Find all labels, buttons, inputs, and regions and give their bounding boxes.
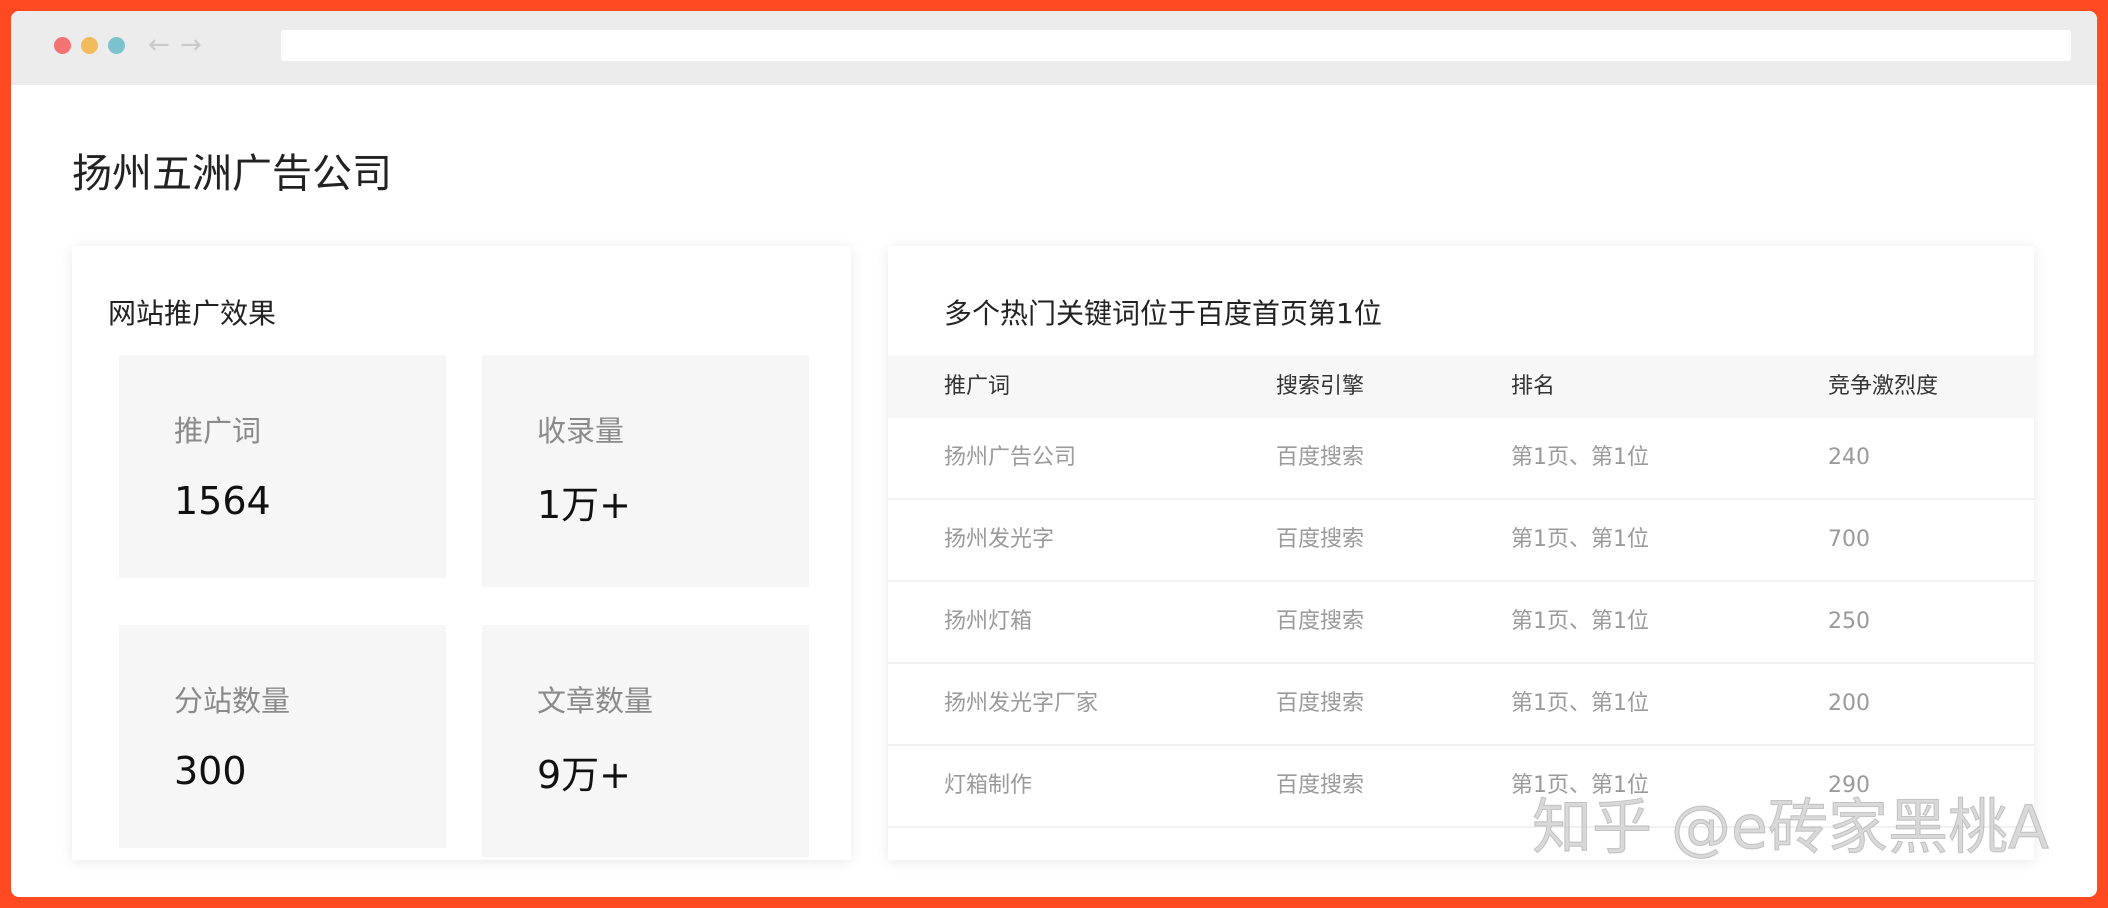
browser-titlebar: ← → [11,11,2097,85]
promo-effect-title: 网站推广效果 [108,297,277,330]
table-row: 扬州灯箱 百度搜索 第1页、第1位 250 [888,582,2034,664]
stat-value: 9万+ [537,753,632,797]
stat-value: 1万+ [537,483,632,527]
cell-rank: 第1页、第1位 [1511,527,1649,552]
stat-label: 文章数量 [537,684,654,718]
cell-keyword: 扬州发光字厂家 [944,691,1099,716]
cell-engine: 百度搜索 [1276,527,1365,552]
stat-label: 推广词 [174,414,262,448]
cell-competition: 250 [1828,609,1870,634]
keyword-ranking-title: 多个热门关键词位于百度首页第1位 [944,297,1382,330]
cell-engine: 百度搜索 [1276,691,1365,716]
table-header: 推广词 搜索引擎 排名 竞争激烈度 [888,355,2034,418]
cell-rank: 第1页、第1位 [1511,691,1649,716]
page-title: 扬州五洲广告公司 [72,151,392,197]
zhihu-watermark: 知乎 @e砖家黑桃A [1531,793,2049,864]
cell-competition: 240 [1828,445,1870,470]
stat-label: 收录量 [537,414,625,448]
cell-competition: 700 [1828,527,1870,552]
stat-label: 分站数量 [174,684,291,718]
keyword-ranking-card: 多个热门关键词位于百度首页第1位 推广词 搜索引擎 排名 竞争激烈度 扬州广告公… [888,246,2034,860]
close-window-dot-icon[interactable] [54,37,71,54]
cell-keyword: 扬州灯箱 [944,609,1033,634]
cell-keyword: 扬州发光字 [944,527,1055,552]
stat-indexed: 收录量 1万+ [482,355,809,587]
cell-rank: 第1页、第1位 [1511,445,1649,470]
address-bar[interactable] [281,30,2071,61]
stat-value: 300 [174,749,247,793]
maximize-window-dot-icon[interactable] [108,37,125,54]
cell-competition: 200 [1828,691,1870,716]
cell-keyword: 灯箱制作 [944,773,1033,798]
promo-effect-card: 网站推广效果 推广词 1564 收录量 1万+ 分站数量 300 文章数量 9万… [72,246,851,860]
column-header-rank: 排名 [1511,374,1556,399]
minimize-window-dot-icon[interactable] [81,37,98,54]
cell-rank: 第1页、第1位 [1511,609,1649,634]
table-row: 扬州发光字厂家 百度搜索 第1页、第1位 200 [888,664,2034,746]
table-row: 扬州广告公司 百度搜索 第1页、第1位 240 [888,418,2034,500]
stat-substations: 分站数量 300 [119,625,446,848]
column-header-competition: 竞争激烈度 [1828,374,1939,399]
cell-engine: 百度搜索 [1276,773,1365,798]
stat-value: 1564 [174,479,271,523]
cell-engine: 百度搜索 [1276,445,1365,470]
back-arrow-icon[interactable]: ← [148,28,170,62]
cell-keyword: 扬州广告公司 [944,445,1077,470]
table-row: 扬州发光字 百度搜索 第1页、第1位 700 [888,500,2034,582]
browser-window: ← → 扬州五洲广告公司 网站推广效果 推广词 1564 收录量 1万+ 分站数… [11,11,2097,897]
stat-articles: 文章数量 9万+ [482,625,809,857]
forward-arrow-icon[interactable]: → [180,28,202,62]
column-header-engine: 搜索引擎 [1276,374,1365,399]
column-header-keyword: 推广词 [944,374,1011,399]
cell-engine: 百度搜索 [1276,609,1365,634]
stat-keywords: 推广词 1564 [119,355,446,578]
